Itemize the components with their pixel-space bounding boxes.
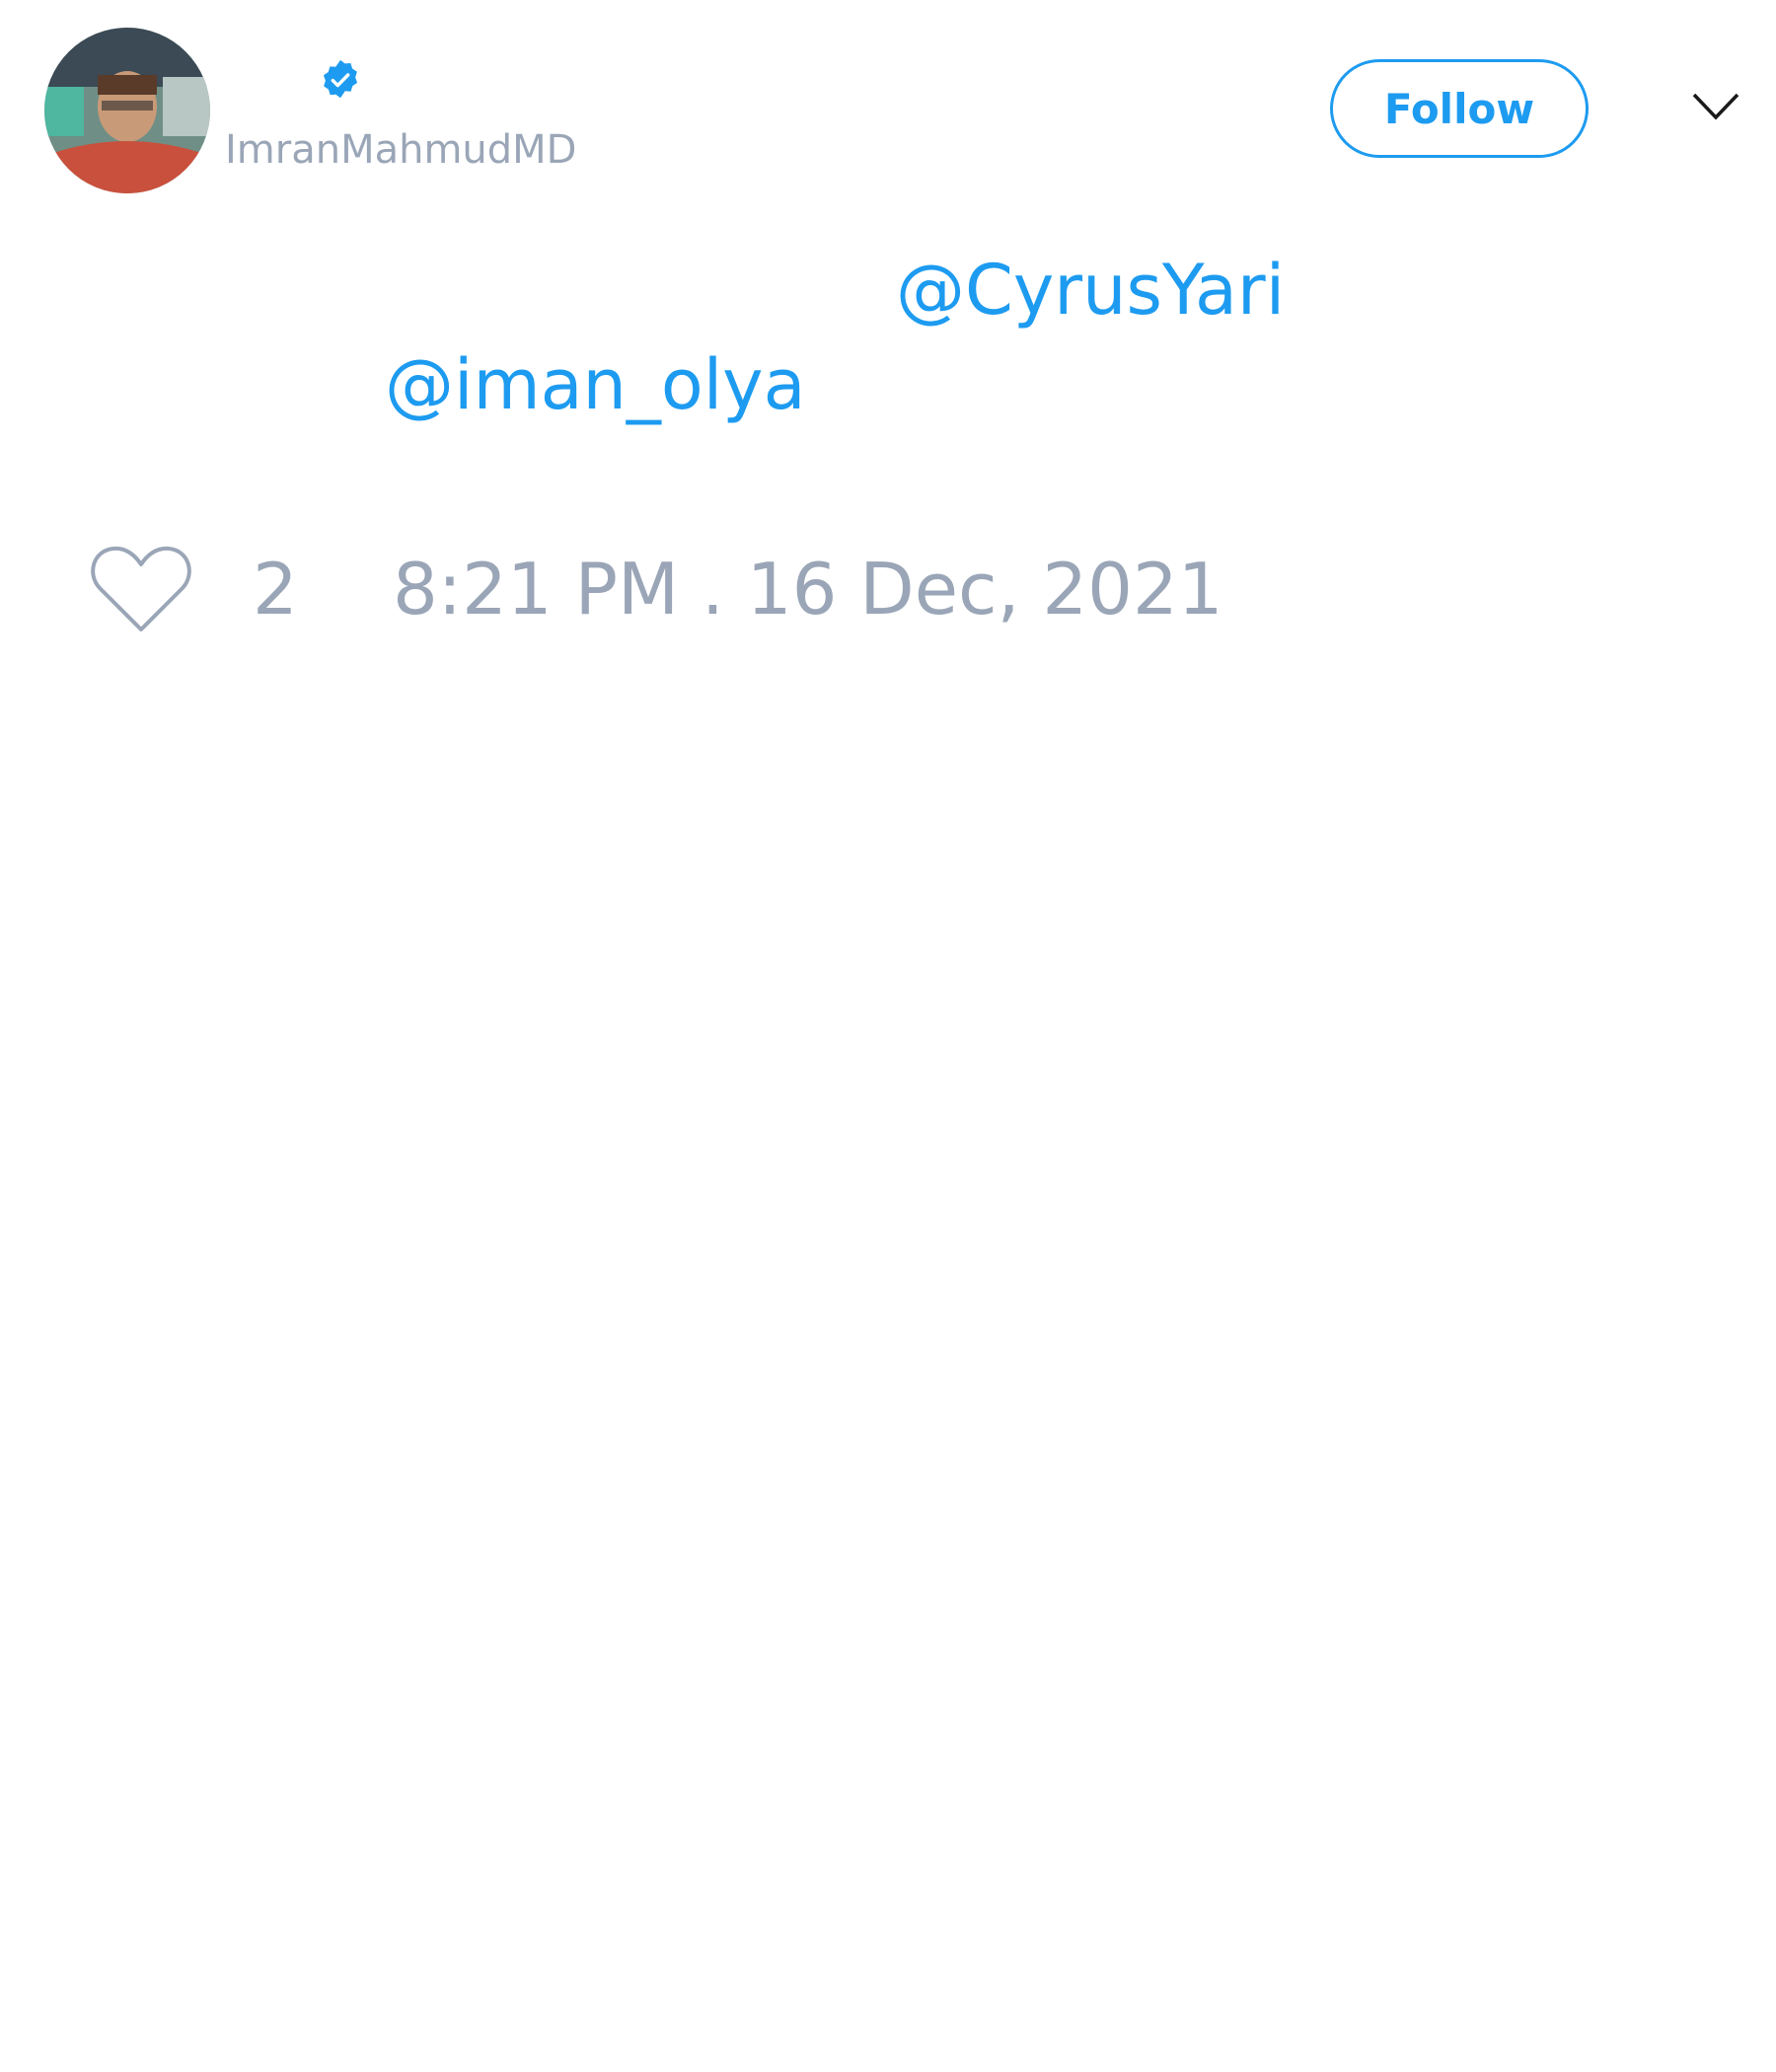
like-count: 2: [253, 548, 298, 630]
heart-outline-icon[interactable]: [89, 543, 193, 635]
verified-badge-icon: [323, 59, 358, 99]
author-avatar[interactable]: [44, 28, 210, 193]
mention-link-iman-olya[interactable]: @iman_olya: [385, 343, 806, 426]
tweet-card: ImranMahmudMD Follow @CyrusYari @iman_ol…: [0, 0, 1776, 2072]
tweet-timestamp[interactable]: 8:21 PM . 16 Dec, 2021: [393, 547, 1223, 631]
chevron-down-icon[interactable]: [1691, 91, 1740, 122]
avatar-photo: [44, 28, 210, 193]
follow-button[interactable]: Follow: [1330, 59, 1589, 158]
author-handle[interactable]: ImranMahmudMD: [225, 126, 576, 174]
mention-link-cyrusyari[interactable]: @CyrusYari: [896, 249, 1285, 332]
